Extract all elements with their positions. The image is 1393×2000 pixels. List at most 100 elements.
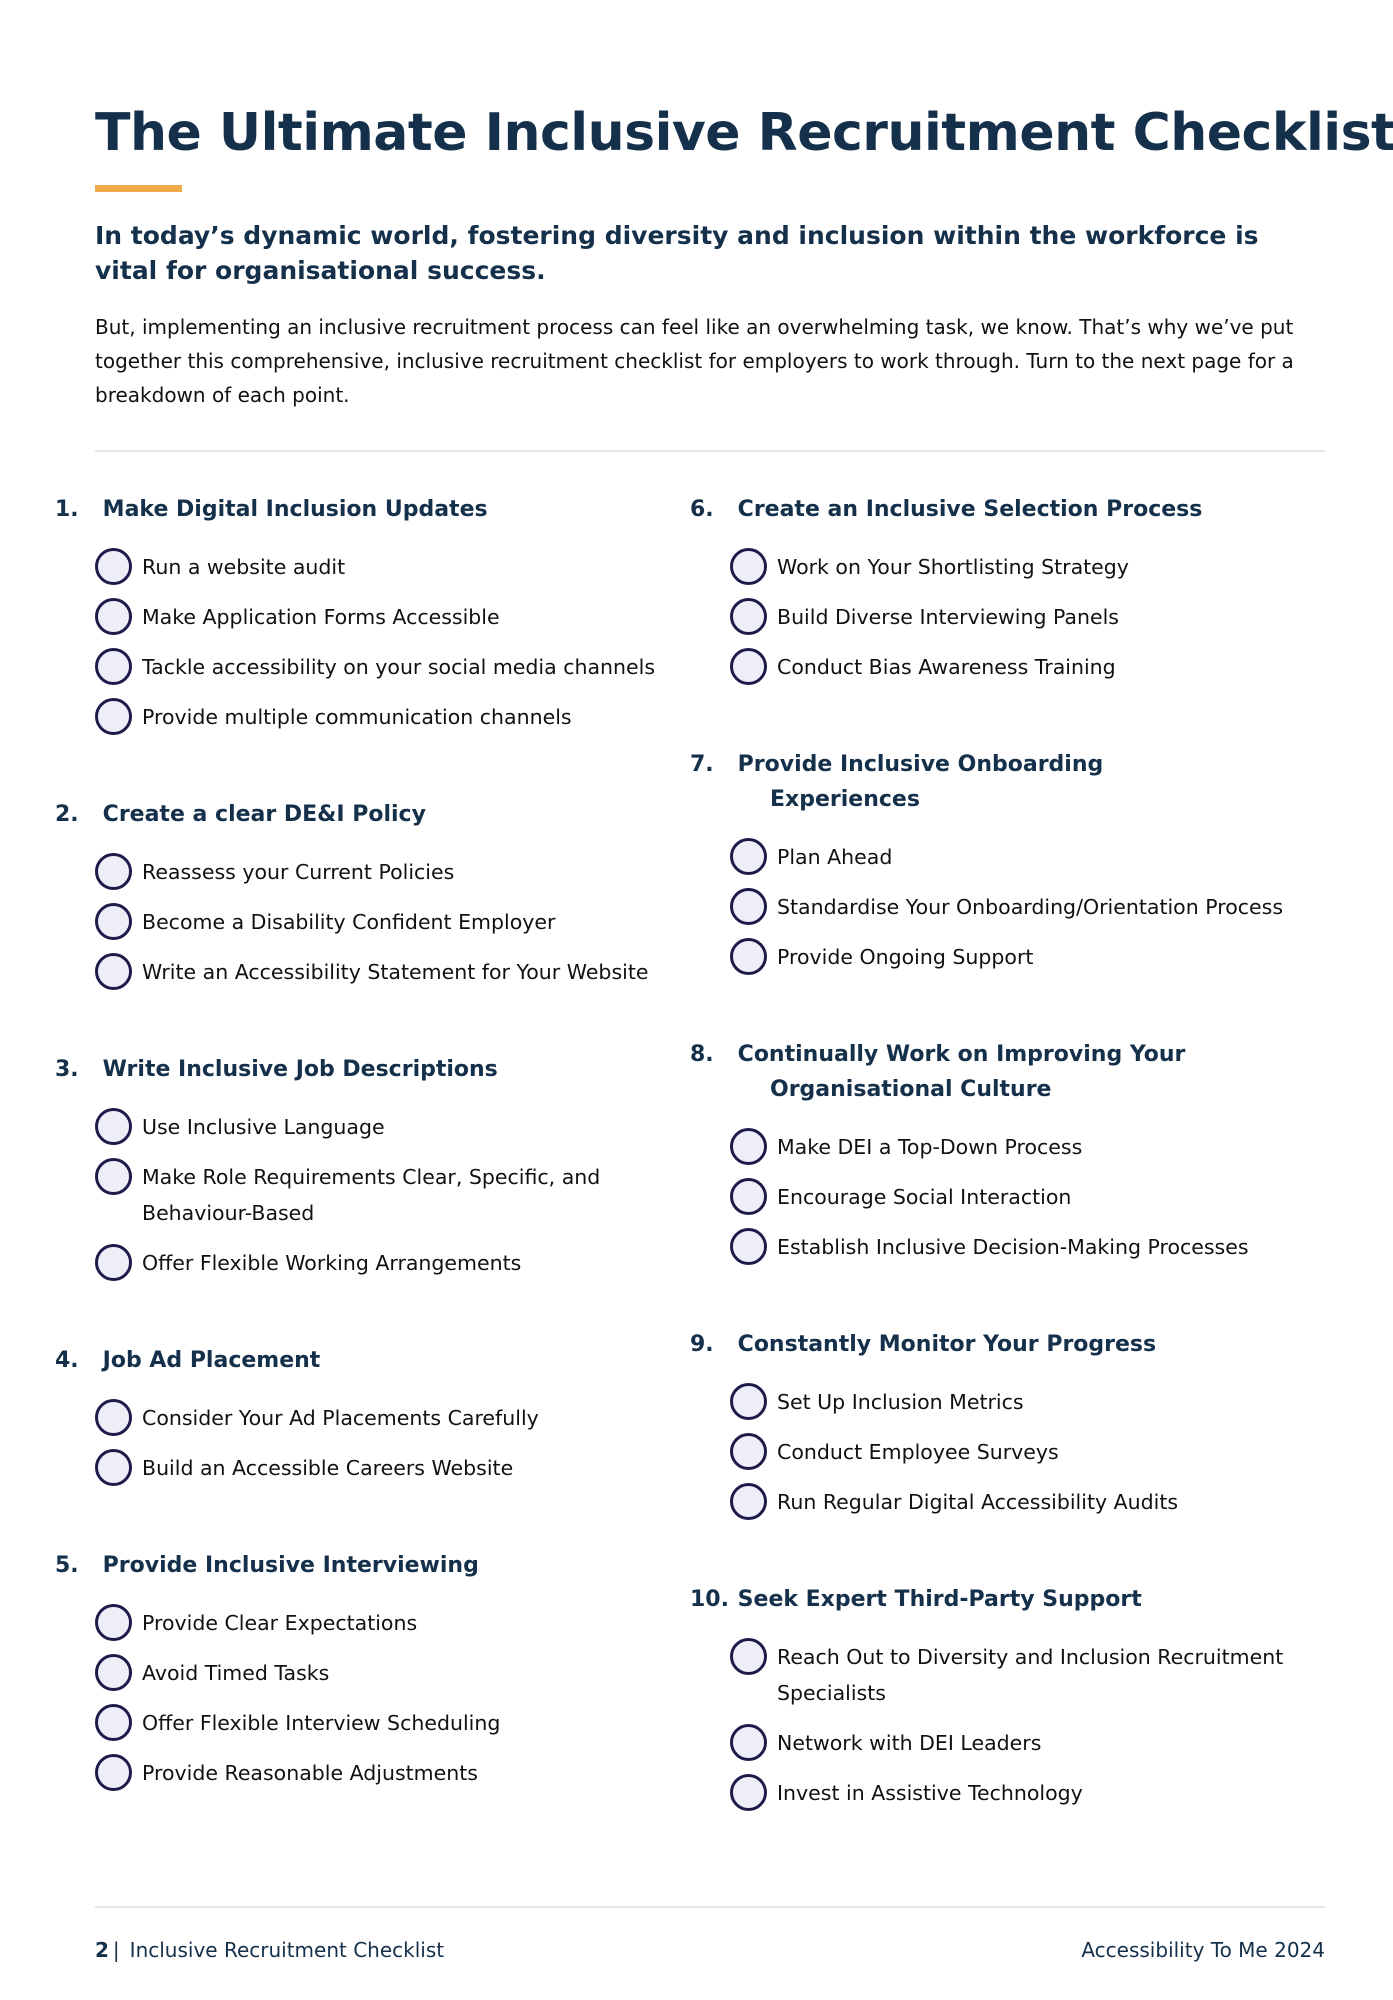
checklist-item[interactable]: Provide Reasonable Adjustments [95,1754,715,1791]
circle-checkbox-icon[interactable] [730,648,767,685]
circle-checkbox-icon[interactable] [730,1483,767,1520]
checklist-item-label: Set Up Inclusion Metrics [777,1390,1024,1414]
checklist-item[interactable]: Run a website audit [95,548,715,585]
circle-checkbox-icon[interactable] [95,648,132,685]
circle-checkbox-icon[interactable] [95,953,132,990]
circle-checkbox-icon[interactable] [95,598,132,635]
checklist-item[interactable]: Work on Your Shortlisting Strategy [730,548,1330,585]
checklist-section: 7. Provide Inclusive Onboarding Experien… [690,747,1330,975]
section-heading: 2. Create a clear DE&I Policy [55,802,426,827]
checklist-item-label: Provide Ongoing Support [777,945,1034,969]
checklist-item[interactable]: Offer Flexible Working Arrangements [95,1244,715,1281]
checklist-item-label: Make Application Forms Accessible [142,605,500,629]
checklist-item[interactable]: Make Role Requirements Clear, Specific, … [95,1158,715,1231]
checklist-item[interactable]: Tackle accessibility on your social medi… [95,648,715,685]
checklist-item-label: Conduct Employee Surveys [777,1440,1059,1464]
checklist-item[interactable]: Establish Inclusive Decision-Making Proc… [730,1228,1330,1265]
circle-checkbox-icon[interactable] [95,1158,132,1195]
circle-checkbox-icon[interactable] [95,1244,132,1281]
checklist-item[interactable]: Set Up Inclusion Metrics [730,1383,1330,1420]
page-title: The Ultimate Inclusive Recruitment Check… [95,103,1393,163]
checklist-items: Plan Ahead Standardise Your Onboarding/Or… [730,838,1330,975]
circle-checkbox-icon[interactable] [730,1638,767,1675]
checklist-item[interactable]: Provide multiple communication channels [95,698,715,735]
checklist-item[interactable]: Build an Accessible Careers Website [95,1449,715,1486]
checklist-item[interactable]: Reach Out to Diversity and Inclusion Rec… [730,1638,1330,1711]
footer-left: 2 | Inclusive Recruitment Checklist [95,1938,444,1962]
checklist-items: Work on Your Shortlisting Strategy Build … [730,548,1330,685]
checklist-section: 10. Seek Expert Third-Party Support Reach… [690,1582,1330,1811]
circle-checkbox-icon[interactable] [730,548,767,585]
section-heading: 1. Make Digital Inclusion Updates [55,497,488,522]
checklist-item-label: Become a Disability Confident Employer [142,910,556,934]
section-heading: 4. Job Ad Placement [55,1348,321,1373]
checklist-item[interactable]: Consider Your Ad Placements Carefully [95,1399,715,1436]
circle-checkbox-icon[interactable] [95,1108,132,1145]
circle-checkbox-icon[interactable] [95,1654,132,1691]
checklist-item[interactable]: Plan Ahead [730,838,1330,875]
checklist-item[interactable]: Provide Ongoing Support [730,938,1330,975]
circle-checkbox-icon[interactable] [95,1754,132,1791]
checklist-item-label: Network with DEI Leaders [777,1731,1042,1755]
checklist-item-label: Standardise Your Onboarding/Orientation … [777,895,1283,919]
section-title: Seek Expert Third-Party Support [737,1587,1142,1612]
circle-checkbox-icon[interactable] [730,838,767,875]
circle-checkbox-icon[interactable] [730,598,767,635]
checklist-item[interactable]: Build Diverse Interviewing Panels [730,598,1330,635]
checklist-item[interactable]: Standardise Your Onboarding/Orientation … [730,888,1330,925]
checklist-section: 5. Provide Inclusive Interviewing Provide… [55,1548,715,1791]
circle-checkbox-icon[interactable] [730,1178,767,1215]
checklist-item-label: Encourage Social Interaction [777,1185,1072,1209]
circle-checkbox-icon[interactable] [95,1399,132,1436]
section-title: Constantly Monitor Your Progress [737,1332,1157,1357]
checklist-section: 6. Create an Inclusive Selection Process… [690,492,1330,685]
circle-checkbox-icon[interactable] [95,903,132,940]
checklist-item[interactable]: Network with DEI Leaders [730,1724,1330,1761]
circle-checkbox-icon[interactable] [730,1128,767,1165]
checklist-item-label: Tackle accessibility on your social medi… [142,655,656,679]
checklist-items: Provide Clear Expectations Avoid Timed Ta… [95,1604,715,1791]
checklist-item[interactable]: Avoid Timed Tasks [95,1654,715,1691]
circle-checkbox-icon[interactable] [730,888,767,925]
publisher-label: Accessibility To Me 2024 [1081,1938,1325,1962]
intro-paragraph: But, implementing an inclusive recruitme… [95,315,1294,407]
circle-checkbox-icon[interactable] [95,853,132,890]
checklist-item-label: Provide Clear Expectations [142,1611,418,1635]
circle-checkbox-icon[interactable] [95,1604,132,1641]
circle-checkbox-icon[interactable] [95,698,132,735]
circle-checkbox-icon[interactable] [95,1704,132,1741]
section-title: Provide Inclusive Interviewing [102,1553,479,1578]
section-title: Provide Inclusive Onboarding Experiences [737,752,1104,812]
checklist-item[interactable]: Reassess your Current Policies [95,853,715,890]
checklist-item[interactable]: Conduct Employee Surveys [730,1433,1330,1470]
checklist-item[interactable]: Conduct Bias Awareness Training [730,648,1330,685]
section-heading: 6. Create an Inclusive Selection Process [690,497,1203,522]
checklist-page: The Ultimate Inclusive Recruitment Check… [55,0,1393,2000]
checklist-item[interactable]: Encourage Social Interaction [730,1178,1330,1215]
checklist-item[interactable]: Run Regular Digital Accessibility Audits [730,1483,1330,1520]
circle-checkbox-icon[interactable] [730,938,767,975]
circle-checkbox-icon[interactable] [95,1449,132,1486]
circle-checkbox-icon[interactable] [730,1228,767,1265]
checklist-item-label: Offer Flexible Interview Scheduling [142,1711,501,1735]
circle-checkbox-icon[interactable] [730,1724,767,1761]
checklist-item-label: Use Inclusive Language [142,1115,385,1139]
checklist-item[interactable]: Make DEI a Top-Down Process [730,1128,1330,1165]
checklist-item[interactable]: Offer Flexible Interview Scheduling [95,1704,715,1741]
checklist-item-label: Reassess your Current Policies [142,860,455,884]
checklist-item[interactable]: Use Inclusive Language [95,1108,715,1145]
circle-checkbox-icon[interactable] [730,1433,767,1470]
footer-separator: | [112,1938,120,1962]
checklist-item[interactable]: Become a Disability Confident Employer [95,903,715,940]
circle-checkbox-icon[interactable] [730,1774,767,1811]
checklist-items: Make DEI a Top-Down Process Encourage Soc… [730,1128,1330,1265]
checklist-section: 9. Constantly Monitor Your Progress Set U… [690,1327,1330,1520]
checklist-item[interactable]: Invest in Assistive Technology [730,1774,1330,1811]
checklist-items: Consider Your Ad Placements Carefully Bui… [95,1399,715,1486]
checklist-item[interactable]: Write an Accessibility Statement for You… [95,953,715,990]
checklist-item-label: Conduct Bias Awareness Training [777,655,1116,679]
circle-checkbox-icon[interactable] [95,548,132,585]
circle-checkbox-icon[interactable] [730,1383,767,1420]
checklist-item[interactable]: Make Application Forms Accessible [95,598,715,635]
checklist-item[interactable]: Provide Clear Expectations [95,1604,715,1641]
